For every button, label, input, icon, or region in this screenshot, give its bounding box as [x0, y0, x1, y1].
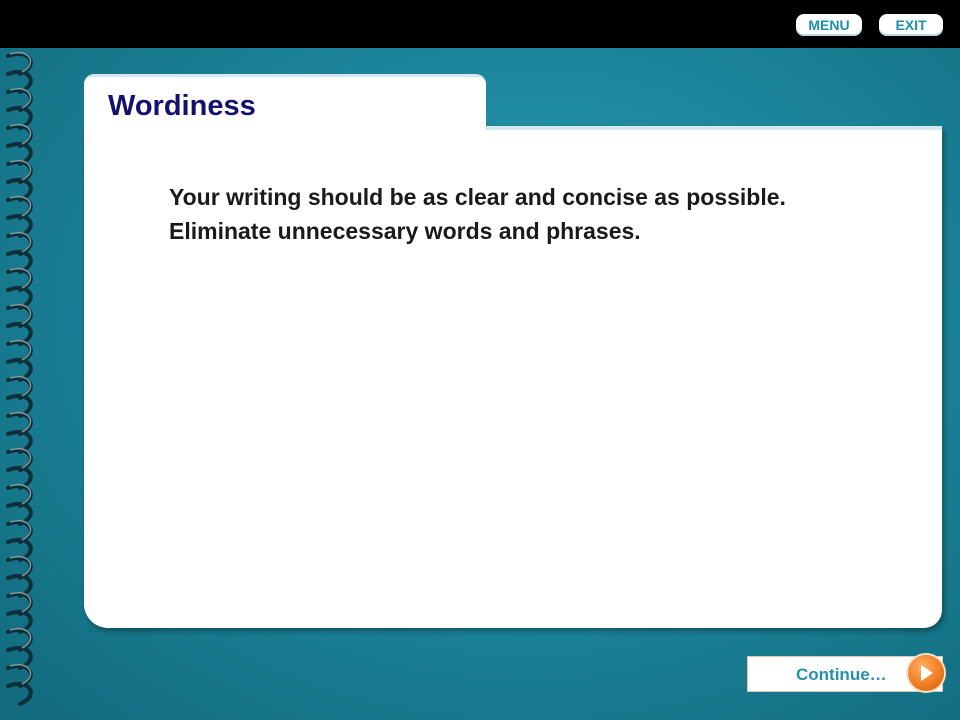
slide-body-text: Your writing should be as clear and conc… [169, 184, 786, 244]
spiral-binding-decoration [6, 51, 33, 706]
continue-button[interactable]: Continue… [747, 655, 944, 692]
slide-stage: MENU EXIT Wordiness Your writing should … [0, 0, 960, 720]
arrow-right-icon[interactable] [908, 655, 944, 691]
exit-button[interactable]: EXIT [879, 14, 943, 36]
continue-label: Continue… [796, 665, 887, 684]
panel-top-edge [486, 126, 942, 130]
slide-title: Wordiness [108, 90, 256, 122]
menu-button[interactable]: MENU [796, 14, 862, 36]
